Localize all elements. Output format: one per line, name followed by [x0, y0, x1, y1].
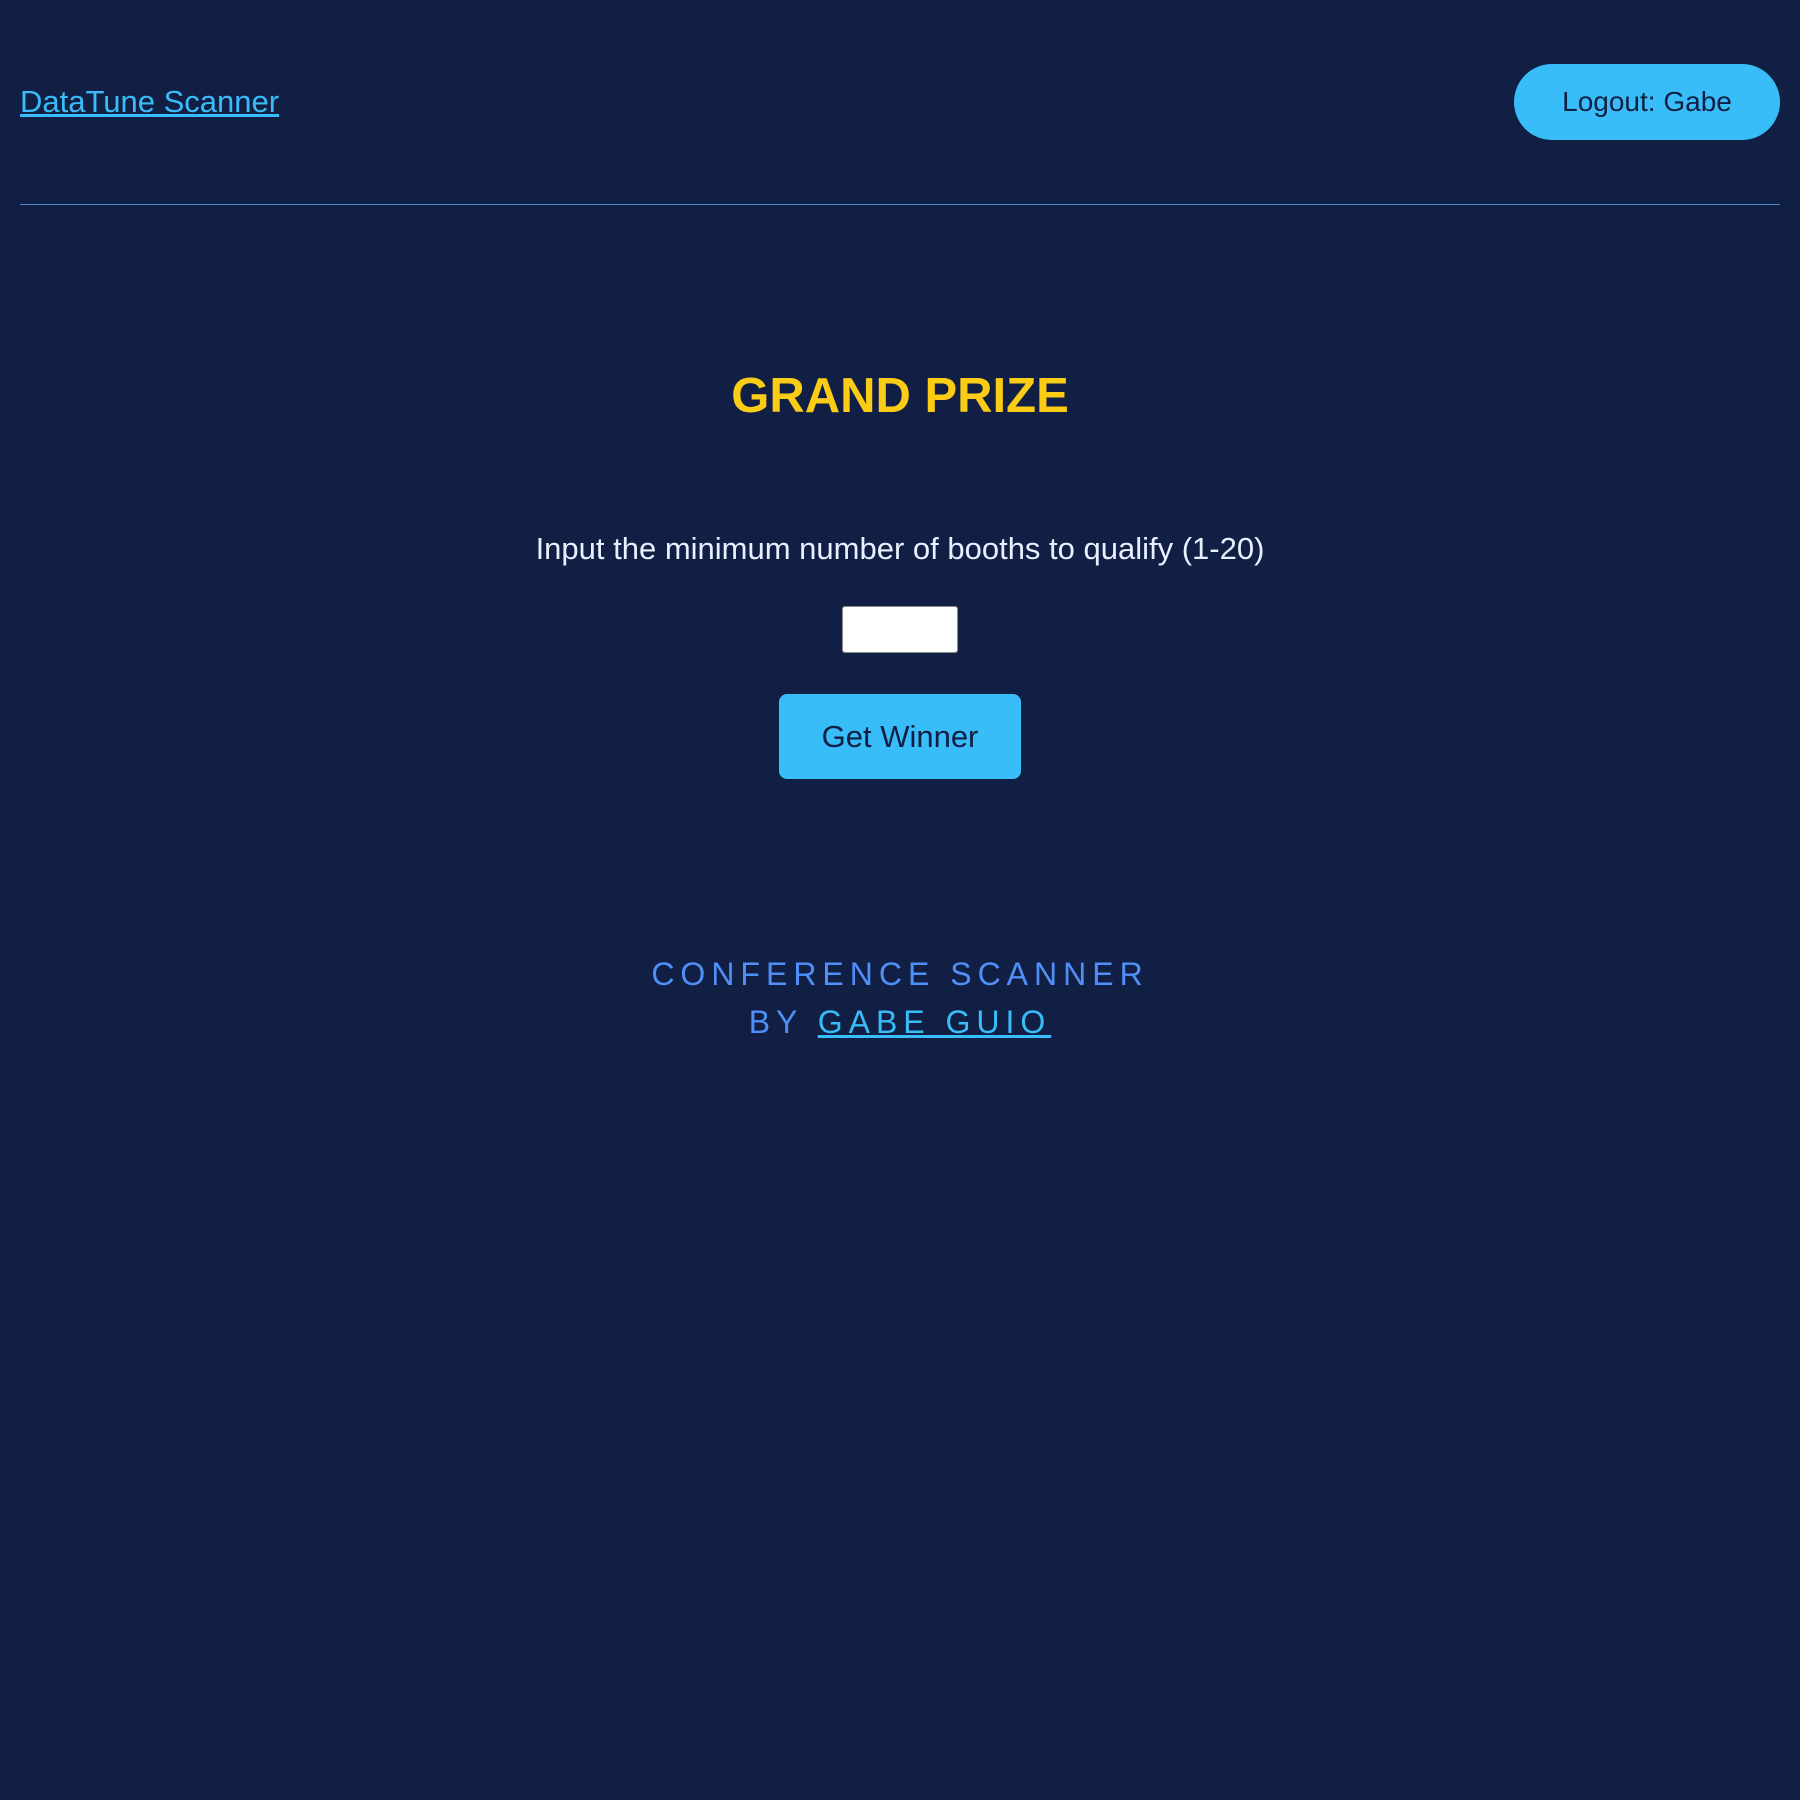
author-link[interactable]: GABE GUIO	[818, 1004, 1052, 1040]
page-title: GRAND PRIZE	[731, 369, 1069, 423]
footer-by-prefix: BY	[748, 1004, 818, 1040]
get-winner-button[interactable]: Get Winner	[779, 694, 1021, 779]
brand-link[interactable]: DataTune Scanner	[20, 84, 279, 120]
footer: CONFERENCE SCANNER BY GABE GUIO	[0, 950, 1800, 1046]
booths-prompt-label: Input the minimum number of booths to qu…	[535, 531, 1265, 566]
min-booths-input[interactable]	[842, 606, 958, 653]
main-content: GRAND PRIZE Input the minimum number of …	[0, 0, 1800, 1800]
logout-button[interactable]: Logout: Gabe	[1514, 64, 1780, 140]
header: DataTune Scanner Logout: Gabe	[20, 0, 1780, 205]
footer-byline: BY GABE GUIO	[0, 998, 1800, 1046]
footer-title: CONFERENCE SCANNER	[651, 956, 1149, 992]
